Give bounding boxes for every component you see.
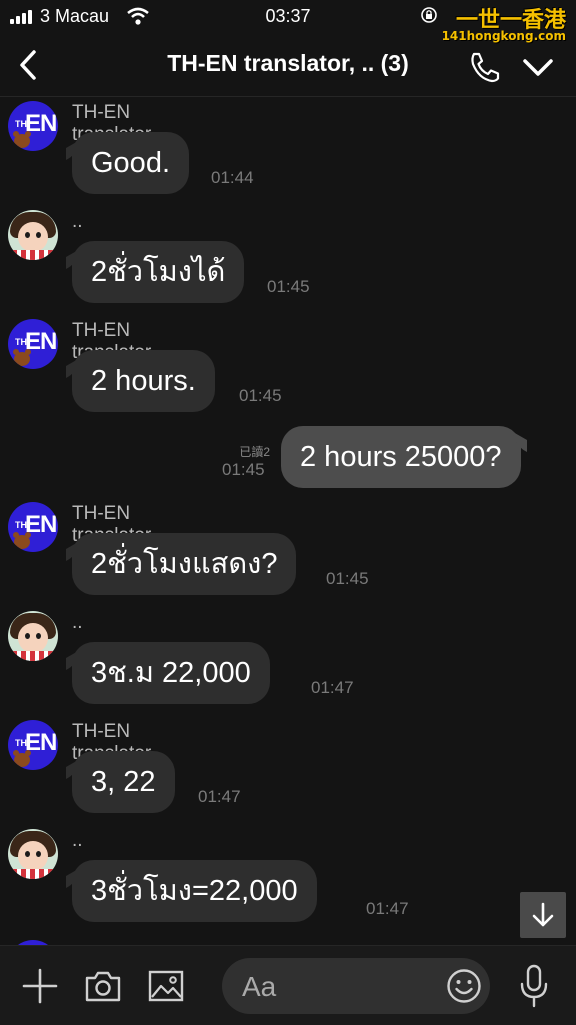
message-list[interactable]: THEN TH-EN translator Good. 01:44 .. 2ชั… [0,97,576,945]
avatar[interactable] [8,210,58,260]
message-bubble[interactable]: 3ชั่วโมง=22,000 [72,860,317,922]
message-input-box[interactable] [222,958,490,1016]
message-time: 01:47 [366,899,409,918]
camera-icon[interactable] [84,969,122,1003]
message-time: 01:44 [211,168,254,187]
message-time: 01:47 [198,787,241,806]
message-bubble[interactable]: 2 hours 25000? [281,426,521,488]
composer-bar [0,945,576,1025]
avatar[interactable] [8,829,58,879]
arrow-down-icon [532,902,554,927]
avatar[interactable]: TH EN [8,101,58,151]
read-receipt: 已讀2 [239,445,270,459]
status-bar: 3 Macau 03:37 一世一香港 141hongkong.com [0,0,576,43]
message-bubble[interactable]: 3, 22 [72,751,175,813]
message-time: 01:45 [326,569,369,588]
message-bubble[interactable]: 3ช.ม 22,000 [72,642,270,704]
sender-name: .. [72,612,83,633]
emoji-icon[interactable] [446,968,482,1004]
message-time: 01:45 [222,460,265,479]
orientation-lock-icon [421,7,437,23]
plus-icon[interactable] [22,968,58,1004]
chevron-down-icon[interactable] [520,52,556,82]
message-bubble[interactable]: Good. [72,132,189,194]
image-icon[interactable] [148,969,184,1003]
phone-icon[interactable] [466,50,502,84]
avatar[interactable] [8,611,58,661]
avatar[interactable]: TH EN [8,502,58,552]
message-input[interactable] [240,958,444,1016]
sender-name: .. [72,830,83,851]
message-time: 01:45 [267,277,310,296]
avatar[interactable]: TH EN [8,319,58,369]
avatar[interactable]: TH EN [8,720,58,770]
microphone-icon[interactable] [518,964,550,1008]
sender-name: .. [72,211,83,232]
scroll-to-bottom-button[interactable] [520,892,566,938]
message-time: 01:45 [239,386,282,405]
chat-header: TH-EN translator, .. (3) [0,32,576,97]
message-bubble[interactable]: 2ชั่วโมงได้ [72,241,245,303]
message-bubble[interactable]: 2ชั่วโมงแสดง? [72,533,297,595]
message-time: 01:47 [311,678,354,697]
message-bubble[interactable]: 2 hours. [72,350,215,412]
